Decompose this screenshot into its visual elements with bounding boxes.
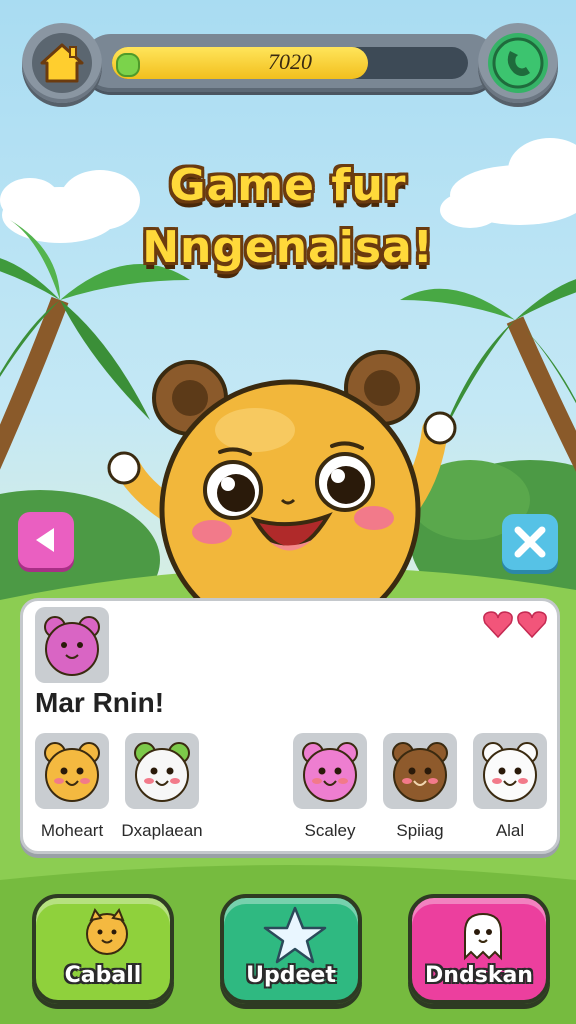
top-bar: 7020 xyxy=(22,20,558,106)
close-button[interactable] xyxy=(502,514,558,570)
back-button[interactable] xyxy=(18,512,74,568)
character-slot[interactable] xyxy=(125,733,199,809)
brown-bear-icon xyxy=(392,742,448,802)
character-label: Dxaplaean xyxy=(121,821,203,840)
button-label: Updeet xyxy=(246,963,336,988)
lives-hearts xyxy=(479,609,549,641)
bottom-button-row: Caball Updeet Dndskan xyxy=(0,894,576,1014)
character-slot[interactable] xyxy=(35,733,109,809)
heart-icon xyxy=(483,611,513,639)
score-bar: 7020 xyxy=(82,34,498,92)
lives-hearts-graphic xyxy=(483,611,547,639)
score-value: 7020 xyxy=(268,49,312,74)
dndskan-button[interactable]: Dndskan xyxy=(408,894,550,1004)
character-slot[interactable] xyxy=(293,733,367,809)
back-arrow-icon xyxy=(36,528,54,552)
pink-bear-icon xyxy=(302,742,358,802)
close-x-icon xyxy=(514,526,546,558)
star-icon xyxy=(263,906,327,964)
home-icon xyxy=(40,43,84,83)
caball-button[interactable]: Caball xyxy=(32,894,174,1004)
heart-icon xyxy=(517,611,547,639)
cat-face-icon xyxy=(86,907,128,955)
pink-bear-icon xyxy=(44,616,100,676)
character-slot[interactable] xyxy=(473,733,547,809)
character-panel: Mar Rnin! Moheart Dxaplaean Scaley Spiia… xyxy=(20,598,560,854)
button-label: Caball xyxy=(64,963,142,988)
panel-heading: Mar Rnin! xyxy=(35,687,165,718)
ghost-icon xyxy=(464,912,502,961)
updeet-button[interactable]: Updeet xyxy=(220,894,362,1004)
game-screen: 7020 Game fur Nngenaisa! Mar Rnin! Mohea… xyxy=(0,0,576,1024)
home-button-face xyxy=(32,33,92,93)
phone-icon xyxy=(492,37,544,89)
character-slot[interactable] xyxy=(383,733,457,809)
progress-track: 7020 xyxy=(112,47,468,79)
white-sheep-icon xyxy=(134,742,190,802)
button-label: Dndskan xyxy=(425,963,533,988)
yellow-bear-icon xyxy=(44,742,100,802)
phone-button-face xyxy=(488,33,548,93)
selected-character-slot[interactable] xyxy=(35,607,109,683)
white-bear-icon xyxy=(482,742,538,802)
character-row: Moheart Dxaplaean Scaley Spiiag Alal xyxy=(23,733,563,853)
title-line-2: Nngenaisa! xyxy=(142,222,434,273)
phone-button[interactable] xyxy=(478,23,558,103)
home-button[interactable] xyxy=(22,23,102,103)
character-label: Alal xyxy=(495,821,525,840)
title-line-1: Game fur xyxy=(169,160,407,211)
